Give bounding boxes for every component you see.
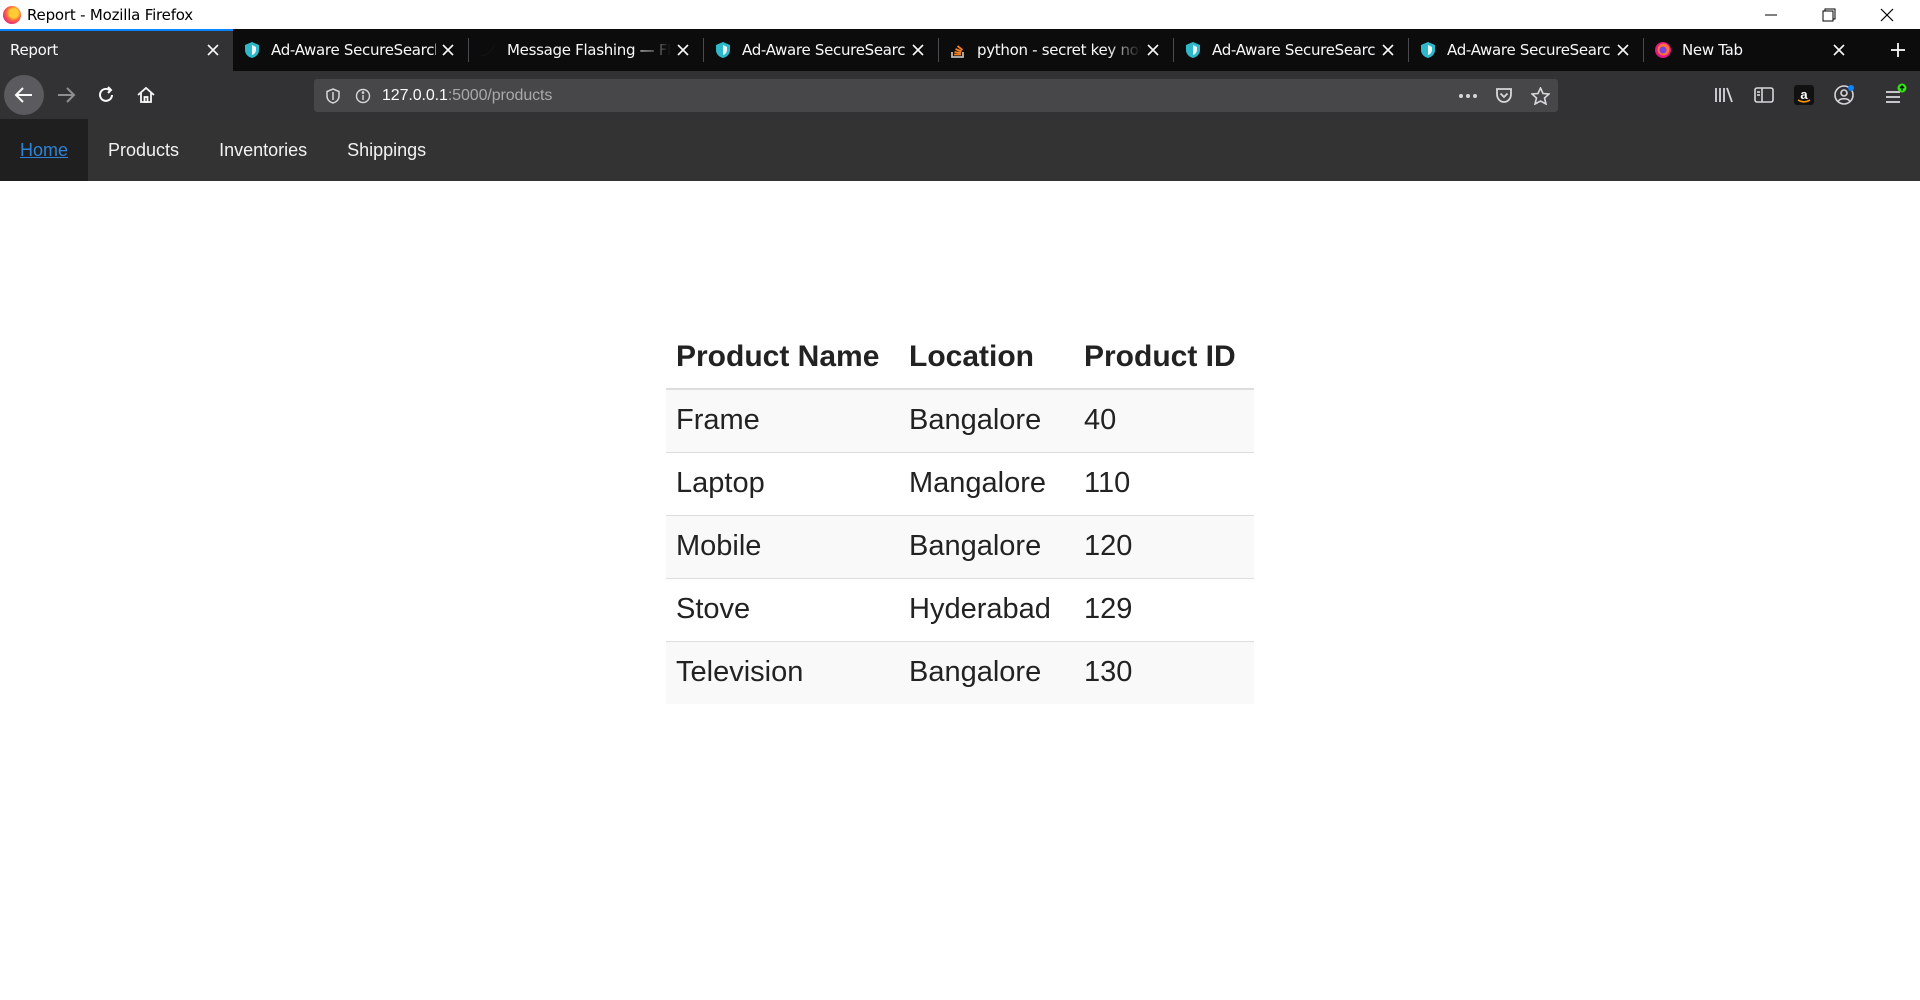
tab-message-flashing[interactable]: Message Flashing — Flask [469,29,703,71]
shield-icon [243,41,261,59]
nav-home-link[interactable]: Home [0,119,89,181]
close-window-button[interactable] [1858,0,1916,29]
back-button[interactable] [4,75,44,115]
new-tab-button[interactable] [1876,29,1920,71]
site-nav: Home Products Inventories Shippings [0,119,1920,181]
table-row: Mobile Bangalore 120 [666,514,1254,578]
page-actions-icon[interactable] [1450,79,1486,112]
sidebar-toggle-icon[interactable] [1746,77,1782,113]
tab-close-icon[interactable] [671,38,695,62]
svg-text:a: a [1800,87,1808,102]
tab-close-icon[interactable] [1376,38,1400,62]
tab-adaware-4[interactable]: Ad-Aware SecureSearch [1409,29,1643,71]
tab-strip: Report Ad-Aware SecureSearch Message Fla… [0,29,1920,71]
reload-button[interactable] [88,77,124,113]
cell-product-id: 129 [1074,577,1254,641]
shield-icon [714,41,732,59]
table-row: Frame Bangalore 40 [666,388,1254,452]
cell-product-name: Frame [666,388,899,452]
restore-button[interactable] [1800,0,1858,29]
url-text[interactable]: 127.0.0.1:5000/products [382,87,552,105]
library-icon[interactable] [1706,77,1742,113]
products-table-container: Product Name Location Product ID Frame B… [666,325,1254,704]
firefox-icon [1654,41,1672,59]
header-product-id: Product ID [1074,325,1254,390]
tab-new-tab[interactable]: New Tab [1644,29,1859,71]
url-bar[interactable]: 127.0.0.1:5000/products [314,79,1558,112]
tab-close-icon[interactable] [1611,38,1635,62]
url-path: :5000/products [447,86,553,104]
header-location: Location [899,325,1074,390]
home-button[interactable] [128,77,164,113]
cell-product-id: 130 [1074,640,1254,704]
pocket-icon[interactable] [1486,79,1522,112]
tab-report[interactable]: Report [0,29,233,71]
cell-location: Bangalore [899,514,1074,578]
url-host: 127.0.0.1 [382,86,448,104]
amazon-extension-icon[interactable]: a [1786,77,1822,113]
tab-title: Report [10,41,58,59]
cell-product-name: Stove [666,577,899,641]
tab-close-icon[interactable] [1827,38,1851,62]
tab-close-icon[interactable] [201,38,225,62]
cell-location: Hyderabad [899,577,1074,641]
tab-python-secret-key[interactable]: python - secret key not set [939,29,1173,71]
products-table: Product Name Location Product ID Frame B… [666,325,1254,704]
cell-product-id: 40 [1074,388,1254,452]
tab-title: Ad-Aware SecureSearch [271,41,436,59]
table-header-row: Product Name Location Product ID [666,325,1254,390]
nav-products-link[interactable]: Products [88,119,199,181]
table-row: Television Bangalore 130 [666,640,1254,704]
tab-title: Ad-Aware SecureSearch [742,41,906,59]
app-menu-icon[interactable] [1877,77,1913,113]
cell-location: Bangalore [899,388,1074,452]
page-content: Home Products Inventories Shippings Prod… [0,119,1920,1000]
forward-button[interactable] [48,77,84,113]
firefox-logo-icon [3,5,21,24]
window-titlebar: Report - Mozilla Firefox [0,0,1920,29]
site-info-icon[interactable] [348,79,378,112]
shield-icon [1419,41,1437,59]
tab-close-icon[interactable] [1141,38,1165,62]
table-row: Stove Hyderabad 129 [666,577,1254,641]
tab-adaware-3[interactable]: Ad-Aware SecureSearch [1174,29,1408,71]
shield-icon [1184,41,1202,59]
tab-title: python - secret key not set [977,41,1141,59]
flask-icon [479,41,497,59]
tab-title: Ad-Aware SecureSearch [1447,41,1611,59]
cell-location: Bangalore [899,640,1074,704]
stackoverflow-icon [949,41,967,59]
cell-location: Mangalore [899,451,1074,515]
tracking-protection-shield-icon[interactable] [318,79,348,112]
navigation-toolbar: 127.0.0.1:5000/products a [0,71,1920,119]
cell-product-name: Mobile [666,514,899,578]
table-row: Laptop Mangalore 110 [666,451,1254,515]
cell-product-name: Television [666,640,899,704]
cell-product-id: 110 [1074,451,1254,515]
bookmark-star-icon[interactable] [1522,79,1558,112]
cell-product-name: Laptop [666,451,899,515]
cell-product-id: 120 [1074,514,1254,578]
tab-title: Message Flashing — Flask [507,41,671,59]
nav-shippings-link[interactable]: Shippings [327,119,446,181]
window-title: Report - Mozilla Firefox [27,5,193,24]
nav-inventories-link[interactable]: Inventories [199,119,327,181]
tab-close-icon[interactable] [436,38,460,62]
tab-adaware-1[interactable]: Ad-Aware SecureSearch [233,29,468,71]
tab-close-icon[interactable] [906,38,930,62]
header-product-name: Product Name [666,325,899,390]
tab-adaware-2[interactable]: Ad-Aware SecureSearch [704,29,938,71]
minimize-button[interactable] [1742,0,1800,29]
tab-title: New Tab [1682,41,1743,59]
account-icon[interactable] [1826,77,1862,113]
tab-title: Ad-Aware SecureSearch [1212,41,1376,59]
